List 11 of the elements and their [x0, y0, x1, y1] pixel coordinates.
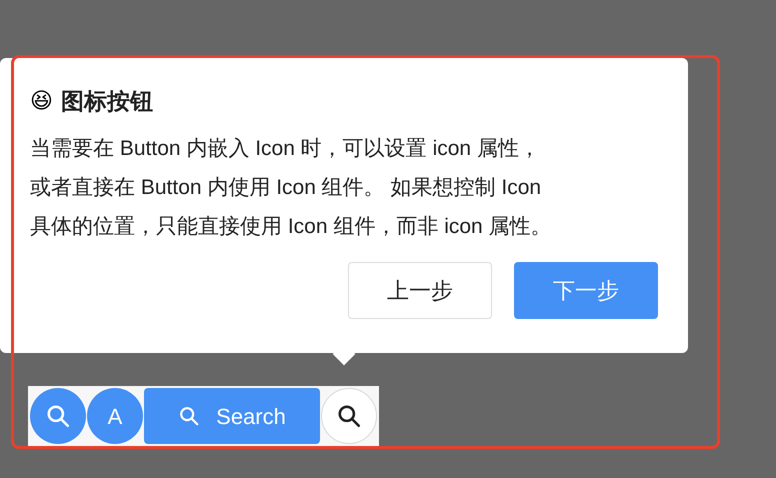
- search-icon: [45, 403, 71, 429]
- popover-description: 当需要在 Button 内嵌入 Icon 时，可以设置 icon 属性， 或者直接在 Button 内使用 Icon 组件。 如果想控制 Icon 具体的位置，只能直接使用 Icon 组件，而非 icon 属性。: [30, 136, 553, 240]
- emoji: 😆: [30, 88, 53, 116]
- search-icon: [178, 405, 200, 427]
- search-icon: [336, 403, 362, 429]
- letter-button[interactable]: A: [87, 388, 143, 444]
- popover-title: 图标按钮: [60, 87, 153, 116]
- previous-button[interactable]: 上一步: [348, 262, 492, 318]
- search-button[interactable]: Search: [144, 388, 320, 444]
- search-button[interactable]: [321, 388, 377, 444]
- next-button[interactable]: 下一步: [514, 262, 658, 318]
